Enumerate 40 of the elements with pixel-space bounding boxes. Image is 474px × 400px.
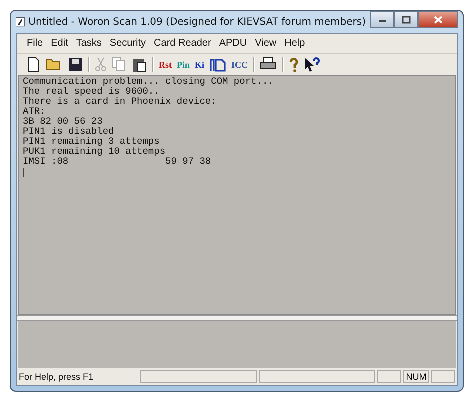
help-icon[interactable]	[289, 56, 300, 72]
log-line: 3B 82 00 56 23	[23, 117, 104, 127]
maximize-icon	[402, 16, 410, 24]
status-message: For Help, press F1	[19, 372, 95, 382]
window-title: Untitled - Woron Scan 1.09 (Designed for KIEVSAT forum members)	[28, 16, 366, 28]
menu-item[interactable]: File	[27, 38, 44, 49]
menu-item[interactable]: Edit	[51, 38, 68, 49]
log-line: There is a card in Phoenix device:	[23, 97, 218, 107]
toolbar-button[interactable]: Rst	[159, 60, 172, 70]
new-file-icon[interactable]	[27, 56, 41, 72]
menu-item[interactable]: Tasks	[76, 38, 102, 49]
log-line: Communication problem... closing COM port...	[23, 77, 275, 87]
menu-item[interactable]: Help	[284, 38, 306, 49]
close-button[interactable]	[418, 11, 458, 28]
menu-item[interactable]: Security	[110, 38, 146, 49]
log-line: PUK1 remaining 10 attemps	[23, 147, 167, 157]
paste-icon[interactable]	[132, 56, 147, 72]
open-folder-icon[interactable]	[46, 57, 63, 72]
help-pointer-icon[interactable]	[304, 56, 320, 72]
sim-card-icon[interactable]	[210, 58, 227, 72]
log-line: PIN1 remaining 3 attemps	[23, 137, 161, 147]
menu-item[interactable]: APDU	[219, 38, 248, 49]
save-icon[interactable]	[68, 57, 83, 72]
text-cursor	[23, 168, 24, 177]
print-icon[interactable]	[260, 57, 278, 72]
minimize-button[interactable]	[370, 11, 394, 28]
log-line: ATR:	[23, 107, 47, 117]
status-pane	[377, 370, 402, 383]
log-line: PIN1 is disabled	[23, 127, 116, 137]
status-pane	[431, 370, 456, 383]
close-icon	[434, 16, 442, 24]
num-lock-indicator: NUM	[403, 370, 430, 383]
toolbar-button[interactable]: ICC	[232, 60, 248, 70]
menu-item[interactable]: View	[255, 38, 277, 49]
log-line: The real speed is 9600..	[23, 87, 161, 97]
app-icon	[16, 15, 25, 29]
log-line: IMSI :08 59 97 38	[23, 157, 212, 167]
menu-item[interactable]: Card Reader	[154, 38, 212, 49]
maximize-button[interactable]	[394, 11, 418, 28]
toolbar-button[interactable]: Ki	[195, 60, 205, 70]
